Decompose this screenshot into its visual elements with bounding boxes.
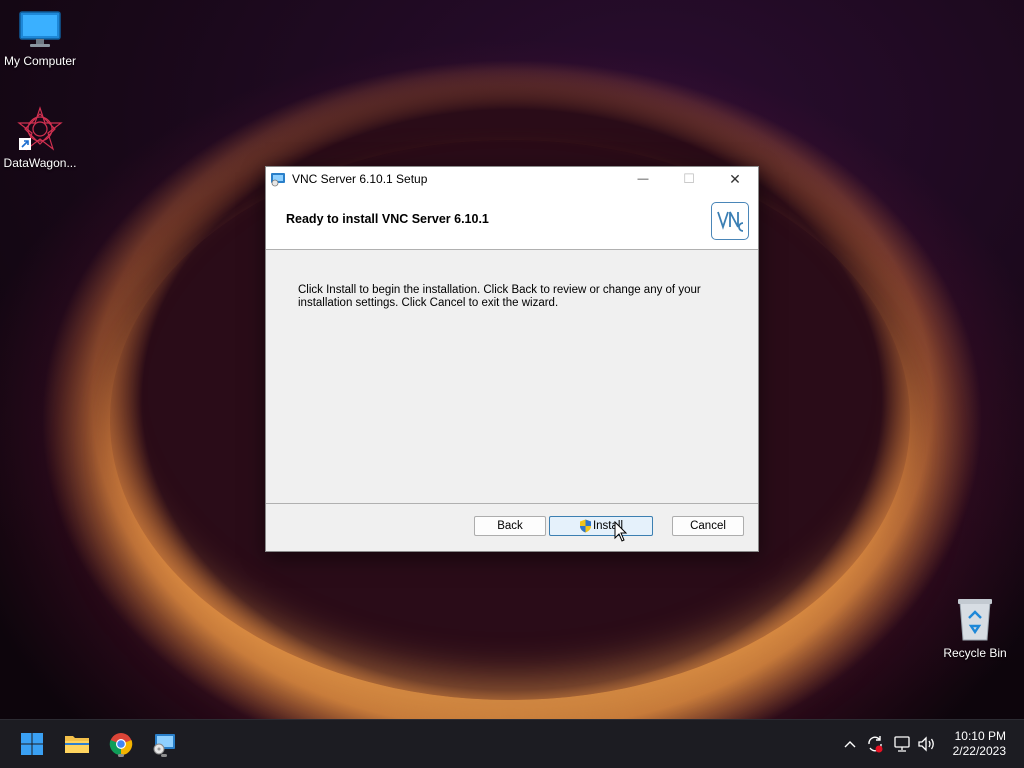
recycle-bin-icon — [958, 599, 992, 641]
mouse-cursor-icon — [614, 521, 628, 542]
back-button-label: Back — [497, 520, 523, 532]
start-icon — [21, 733, 43, 755]
title-bar[interactable]: VNC Server 6.10.1 Setup — ☐ ✕ — [266, 167, 758, 191]
network-icon — [894, 736, 910, 752]
desktop-icon-datawagon[interactable]: DataWagon... — [0, 106, 80, 170]
taskbar-file-explorer[interactable] — [61, 728, 93, 760]
desktop: My Computer DataWagon... Recycle Bin VNC… — [0, 0, 1024, 768]
sync-icon — [868, 736, 883, 753]
wizard-footer: Back Install Cancel — [266, 503, 758, 551]
installer-icon — [153, 734, 175, 755]
clock-date: 2/22/2023 — [952, 744, 1006, 758]
close-button[interactable]: ✕ — [712, 167, 758, 191]
taskbar-clock[interactable]: 10:10 PM 2/22/2023 — [953, 729, 1006, 759]
file-explorer-icon — [65, 736, 89, 753]
cancel-button-label: Cancel — [690, 520, 726, 532]
vnc-logo-icon — [711, 202, 749, 240]
volume-icon — [918, 736, 934, 752]
start-button[interactable] — [16, 728, 48, 760]
tray-volume[interactable] — [916, 720, 938, 768]
running-indicator — [161, 754, 167, 757]
clock-time: 10:10 PM — [954, 729, 1006, 743]
desktop-icon-recycle-bin[interactable]: Recycle Bin — [935, 596, 1015, 660]
minimize-icon: — — [637, 173, 649, 185]
tray-overflow-button[interactable] — [840, 720, 860, 768]
running-indicator — [118, 754, 124, 757]
cancel-button[interactable]: Cancel — [672, 516, 744, 536]
desktop-icon-my-computer[interactable]: My Computer — [0, 10, 80, 68]
datawagon-icon — [17, 106, 63, 151]
back-button[interactable]: Back — [474, 516, 546, 536]
taskbar-chrome[interactable] — [105, 728, 137, 760]
install-button[interactable]: Install — [549, 516, 653, 536]
maximize-button: ☐ — [666, 167, 712, 191]
desktop-icon-label: Recycle Bin — [943, 646, 1007, 660]
close-icon: ✕ — [729, 170, 741, 187]
uac-shield-icon — [579, 519, 591, 533]
taskbar: 10:10 PM 2/22/2023 — [0, 719, 1024, 768]
wizard-header: Ready to install VNC Server 6.10.1 — [266, 191, 758, 250]
desktop-icon-label: DataWagon... — [3, 156, 77, 170]
setup-window: VNC Server 6.10.1 Setup — ☐ ✕ Ready to i… — [265, 166, 759, 552]
installer-app-icon — [271, 173, 285, 187]
chrome-icon — [109, 733, 133, 756]
page-title: Ready to install VNC Server 6.10.1 — [286, 212, 489, 226]
maximize-icon: ☐ — [683, 171, 695, 186]
wizard-body: Click Install to begin the installation.… — [266, 250, 758, 503]
tray-sync-status[interactable] — [864, 720, 886, 768]
monitor-icon — [19, 11, 61, 47]
instruction-text: Click Install to begin the installation.… — [298, 284, 701, 309]
window-title: VNC Server 6.10.1 Setup — [292, 172, 428, 186]
desktop-icon-label: My Computer — [3, 54, 77, 68]
chevron-up-icon — [844, 741, 856, 748]
minimize-button[interactable]: — — [620, 167, 666, 191]
tray-network[interactable] — [891, 720, 913, 768]
vnc-logo-graphic — [717, 211, 744, 232]
taskbar-installer[interactable] — [148, 728, 180, 760]
